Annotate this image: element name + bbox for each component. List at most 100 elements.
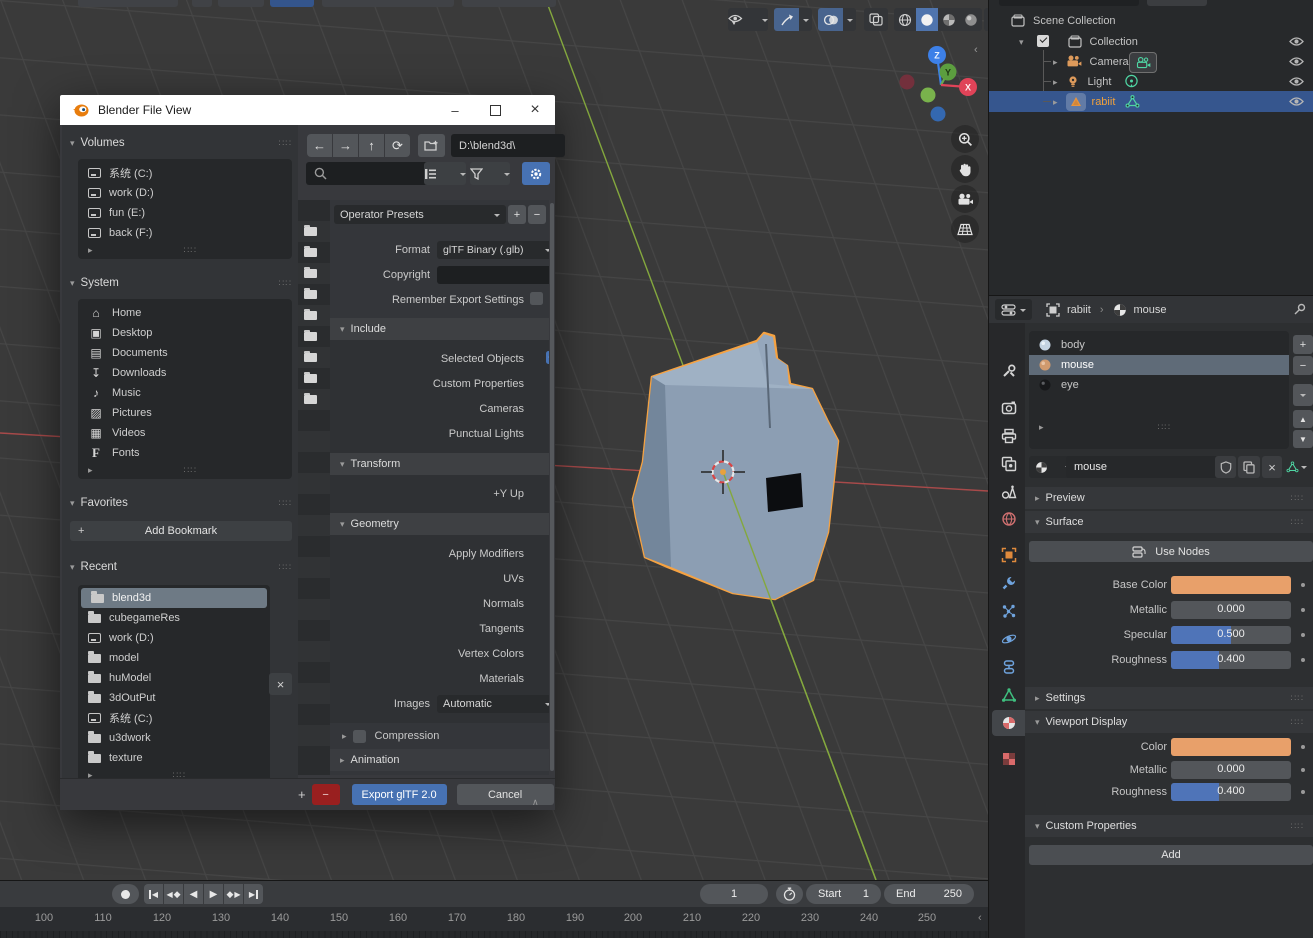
viewport-metallic-slider[interactable]: 0.000 — [1171, 761, 1291, 779]
recent-item[interactable]: cubegameRes — [78, 608, 270, 628]
viewport-collapse-arrow[interactable]: ‹ — [974, 44, 978, 56]
tab-object-data[interactable] — [992, 682, 1025, 708]
gizmos-dropdown[interactable] — [799, 8, 812, 31]
tab-material[interactable] — [992, 710, 1025, 736]
perspective-toggle-button[interactable] — [951, 215, 979, 243]
recent-item[interactable]: model — [78, 648, 270, 668]
system-item-documents[interactable]: ▤Documents — [78, 343, 292, 363]
add-bookmark-button[interactable]: + Add Bookmark — [70, 521, 292, 541]
volume-item[interactable]: fun (E:) — [78, 203, 292, 223]
compression-checkbox[interactable] — [353, 730, 366, 743]
shading-wireframe-button[interactable] — [894, 8, 916, 31]
slot-move-down-button[interactable]: ▼ — [1293, 430, 1313, 448]
jump-to-start-button[interactable]: ◀ — [144, 884, 163, 904]
tab-render[interactable] — [992, 395, 1025, 421]
system-item-downloads[interactable]: ↧Downloads — [78, 363, 292, 383]
recent-item[interactable]: 系统 (C:) — [78, 708, 270, 728]
filter-dropdown[interactable] — [470, 162, 510, 185]
settings-section-header[interactable]: Settings — [1025, 687, 1313, 709]
play-button[interactable]: ▶ — [204, 884, 223, 904]
animate-dot[interactable] — [1301, 658, 1305, 662]
material-slot-body[interactable]: body — [1029, 335, 1289, 355]
images-dropdown[interactable]: Automatic — [437, 695, 549, 713]
panel-grip[interactable] — [1291, 516, 1304, 528]
outliner-row-rabiit[interactable]: rabiit — [989, 91, 1313, 112]
tab-constraints[interactable] — [992, 654, 1025, 680]
expand-arrow-icon[interactable] — [1053, 96, 1064, 108]
outliner-row-light[interactable]: Light — [989, 71, 1313, 92]
record-button[interactable] — [112, 884, 139, 904]
expand-arrow-icon[interactable] — [1053, 76, 1064, 88]
close-button[interactable]: × — [515, 95, 555, 125]
breadcrumb-material[interactable]: mouse — [1134, 304, 1167, 316]
system-item-pictures[interactable]: ▨Pictures — [78, 403, 292, 423]
preset-add-button[interactable]: + — [508, 205, 526, 224]
pin-icon[interactable] — [1293, 303, 1306, 316]
overlays-toggle[interactable] — [818, 8, 843, 31]
animation-section-header[interactable]: Animation — [330, 749, 549, 771]
viewport-roughness-slider[interactable]: 0.400 — [1171, 783, 1291, 801]
visibility-eye-icon[interactable] — [1289, 56, 1304, 67]
slot-specials-dropdown[interactable] — [1293, 384, 1313, 406]
system-item-music[interactable]: ♪Music — [78, 383, 292, 403]
jump-to-end-button[interactable]: ▶ — [244, 884, 263, 904]
outliner-row-scene-collection[interactable]: Scene Collection — [989, 10, 1313, 31]
volume-item[interactable]: work (D:) — [78, 183, 292, 203]
expand-arrow-icon[interactable] — [88, 464, 99, 476]
system-section-header[interactable]: System — [70, 273, 292, 293]
recent-item[interactable]: u3dwork — [78, 728, 270, 748]
outliner-row-camera[interactable]: Camera — [989, 51, 1313, 72]
frame-start-field[interactable]: Start 1 — [806, 884, 881, 904]
unlink-datablock-button[interactable]: × — [1262, 456, 1282, 478]
tab-particles[interactable] — [992, 598, 1025, 624]
copyright-field[interactable] — [437, 266, 549, 284]
recent-item[interactable]: huModel — [78, 668, 270, 688]
copy-datablock-button[interactable] — [1238, 456, 1260, 478]
resize-grip[interactable] — [1158, 421, 1171, 433]
operator-presets-dropdown[interactable]: Operator Presets — [334, 205, 506, 224]
zoom-button[interactable] — [951, 125, 979, 153]
visibility-eye-icon[interactable] — [1289, 76, 1304, 87]
footer-plus-label[interactable]: + — [298, 787, 306, 802]
favorites-section-header[interactable]: Favorites — [70, 493, 292, 513]
shading-material-button[interactable] — [938, 8, 960, 31]
navigation-gizmo[interactable]: Z Y X — [895, 42, 981, 126]
volume-item[interactable]: back (F:) — [78, 223, 292, 243]
timeline-tick-strip[interactable] — [0, 931, 988, 938]
recent-item[interactable]: 3dOutPut — [78, 688, 270, 708]
roughness-slider[interactable]: 0.400 — [1171, 651, 1291, 669]
editor-type-dropdown[interactable] — [995, 299, 1032, 320]
viewport-display-section-header[interactable]: Viewport Display — [1025, 711, 1313, 733]
xray-toggle[interactable] — [864, 8, 888, 31]
timeline-ruler[interactable]: 100 110 120 130 140 150 160 170 180 190 … — [0, 907, 988, 931]
material-name-field[interactable]: mouse — [1066, 456, 1229, 478]
path-field[interactable]: D:\blend3d\ — [451, 134, 565, 157]
add-custom-property-button[interactable]: Add — [1029, 845, 1313, 865]
new-folder-button[interactable] — [418, 134, 445, 157]
format-dropdown[interactable]: glTF Binary (.glb) — [437, 241, 549, 259]
visibility-eye-icon[interactable] — [1289, 96, 1304, 107]
material-slot-mouse[interactable]: mouse — [1029, 355, 1289, 375]
animate-dot[interactable] — [1301, 633, 1305, 637]
dialog-titlebar[interactable]: Blender File View – × — [60, 95, 555, 125]
refresh-button[interactable]: ⟳ — [385, 134, 410, 157]
panel-grip[interactable] — [1291, 716, 1304, 728]
checkbox-selected-objects[interactable] — [546, 351, 549, 364]
cancel-button[interactable]: Cancel — [457, 784, 554, 805]
animate-dot[interactable] — [1301, 608, 1305, 612]
object-visibility-dropdown[interactable] — [728, 8, 768, 31]
overlays-dropdown[interactable] — [843, 8, 856, 31]
up-button[interactable]: ↑ — [359, 134, 384, 157]
slot-move-up-button[interactable]: ▲ — [1293, 410, 1313, 428]
forward-button[interactable]: → — [333, 134, 358, 157]
pan-button[interactable] — [951, 155, 979, 183]
collection-checkbox[interactable] — [1037, 35, 1049, 47]
panel-grip[interactable] — [1291, 492, 1304, 504]
panel-grip[interactable] — [1291, 820, 1304, 832]
custom-properties-section-header[interactable]: Custom Properties — [1025, 815, 1313, 837]
auto-keying-stopwatch-button[interactable] — [776, 884, 803, 904]
camera-data-badge[interactable] — [1129, 52, 1157, 73]
shading-solid-button[interactable] — [916, 8, 938, 31]
gizmos-toggle[interactable] — [774, 8, 799, 31]
animate-dot[interactable] — [1301, 768, 1305, 772]
